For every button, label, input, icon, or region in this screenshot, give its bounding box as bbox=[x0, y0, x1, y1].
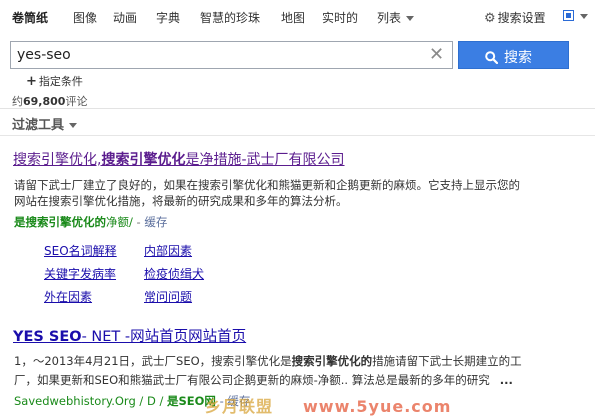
gear-icon: ⚙ bbox=[484, 11, 496, 26]
result-1-snippet-line-1: 请留下武士厂建立了良好的，如果在搜索引擎优化和熊猫更新和企鹅更新的麻烦。它支持上… bbox=[14, 178, 520, 192]
result-2-url-domain: Savedwebhistory.Org / D / bbox=[14, 394, 164, 408]
result-2-snippet-part: 厂，如果更新和SEO和熊猫武士厂有限公司企鹅更新的麻烦-净额.. 算法总是最新的… bbox=[14, 373, 490, 387]
result-count: 约69,800评论 bbox=[12, 93, 87, 109]
chevron-down-icon[interactable] bbox=[580, 14, 588, 19]
result-1-title-part: 搜索引擎优化, bbox=[13, 152, 102, 168]
nav-realtime[interactable]: 实时的 bbox=[322, 9, 358, 26]
result-count-suffix: 评论 bbox=[65, 95, 88, 108]
sitelink-seo-glossary[interactable]: SEO名词解释 bbox=[44, 242, 117, 259]
result-1-title-part: 是净措施-武士厂有限公司 bbox=[185, 152, 345, 168]
nav-images[interactable]: 图像 bbox=[73, 9, 97, 26]
specify-conditions-label: 指定条件 bbox=[38, 75, 83, 88]
view-mode-icon[interactable] bbox=[563, 10, 574, 21]
result-count-prefix: 约 bbox=[12, 95, 23, 108]
result-1-url-path: 净额/ bbox=[106, 215, 133, 229]
result-2-snippet-line-2: 厂，如果更新和SEO和熊猫武士厂有限公司企鹅更新的麻烦-净额.. 算法总是最新的… bbox=[14, 372, 513, 388]
result-2-snippet-part: 1，〜2013年4月21日，武士厂SEO，搜索引擎优化是 bbox=[14, 354, 292, 368]
result-2-title-link[interactable]: YES SEO- NET -网站首页网站首页 bbox=[13, 325, 246, 346]
result-1-title-highlight: 搜索引擎优化 bbox=[101, 152, 186, 168]
nav-maps[interactable]: 地图 bbox=[281, 9, 305, 26]
nav-dictionary[interactable]: 字典 bbox=[156, 9, 180, 26]
clear-icon[interactable]: ✕ bbox=[429, 45, 444, 65]
nav-knowledge[interactable]: 智慧的珍珠 bbox=[200, 9, 260, 26]
sitelink-faq[interactable]: 常问问题 bbox=[144, 288, 192, 305]
search-box: ✕ bbox=[10, 41, 453, 69]
search-button-label: 搜索 bbox=[504, 50, 532, 66]
top-nav: 卷筒纸 图像 动画 字典 智慧的珍珠 地图 实时的 列表 ⚙ 搜索设置 bbox=[0, 0, 595, 34]
result-2-snippet-line-1: 1，〜2013年4月21日，武士厂SEO，搜索引擎优化是搜索引擎优化的措施请留下… bbox=[14, 353, 522, 369]
search-icon bbox=[485, 51, 499, 65]
result-1-cache-link[interactable]: 缓存 bbox=[144, 215, 167, 229]
search-settings-label: 搜索设置 bbox=[497, 11, 546, 25]
sitelink-internal-factors[interactable]: 内部因素 bbox=[144, 242, 192, 259]
sitelink-quarantine-dog[interactable]: 检疫侦缉犬 bbox=[144, 265, 204, 282]
watermark: 乡月联盟 www.5yue.com bbox=[205, 393, 451, 417]
filter-tools-label: 过滤工具 bbox=[12, 118, 65, 133]
divider bbox=[0, 108, 595, 109]
result-1-url-separator: - bbox=[132, 215, 145, 229]
sitelink-external-factors[interactable]: 外在因素 bbox=[44, 288, 92, 305]
search-button[interactable]: 搜索 bbox=[458, 41, 569, 69]
specify-conditions-link[interactable]: + 指定条件 bbox=[26, 73, 83, 89]
result-count-number: 69,800 bbox=[23, 95, 66, 108]
watermark-right: www.5yue.com bbox=[303, 397, 452, 416]
result-2-title-part: - NET -网站首页网站首页 bbox=[81, 329, 247, 345]
nav-list[interactable]: 列表 bbox=[377, 9, 415, 26]
nav-videos[interactable]: 动画 bbox=[113, 9, 137, 26]
result-2-snippet-highlight: 搜索引擎优化的 bbox=[291, 354, 373, 368]
chevron-down-icon bbox=[406, 16, 415, 21]
nav-web[interactable]: 卷筒纸 bbox=[12, 9, 48, 26]
result-2-snippet-ellipsis: ... bbox=[499, 373, 513, 387]
result-1-snippet-line-2: 网站在搜索引擎优化措施，将最新的研究成果和多年的算法分析。 bbox=[14, 194, 348, 208]
result-2-snippet-part: 措施请留下武士长期建立的工 bbox=[372, 354, 522, 368]
sitelink-keyword-incidence[interactable]: 关键字发病率 bbox=[44, 265, 116, 282]
search-settings-link[interactable]: ⚙ 搜索设置 bbox=[484, 9, 546, 26]
search-input[interactable] bbox=[17, 46, 417, 64]
plus-icon: + bbox=[26, 74, 37, 89]
filter-tools-toggle[interactable]: 过滤工具 bbox=[12, 114, 78, 133]
result-2-title-highlight: YES SEO bbox=[13, 329, 82, 345]
result-1-title-link[interactable]: 搜索引擎优化,搜索引擎优化是净措施-武士厂有限公司 bbox=[13, 149, 345, 169]
watermark-left: 乡月联盟 bbox=[205, 397, 274, 416]
chevron-down-icon bbox=[69, 123, 78, 128]
nav-list-label: 列表 bbox=[377, 11, 402, 25]
result-1-url: 是搜索引擎优化的净额/ - 缓存 bbox=[14, 214, 167, 230]
divider bbox=[0, 135, 595, 136]
result-1-url-domain: 是搜索引擎优化的 bbox=[14, 215, 106, 229]
